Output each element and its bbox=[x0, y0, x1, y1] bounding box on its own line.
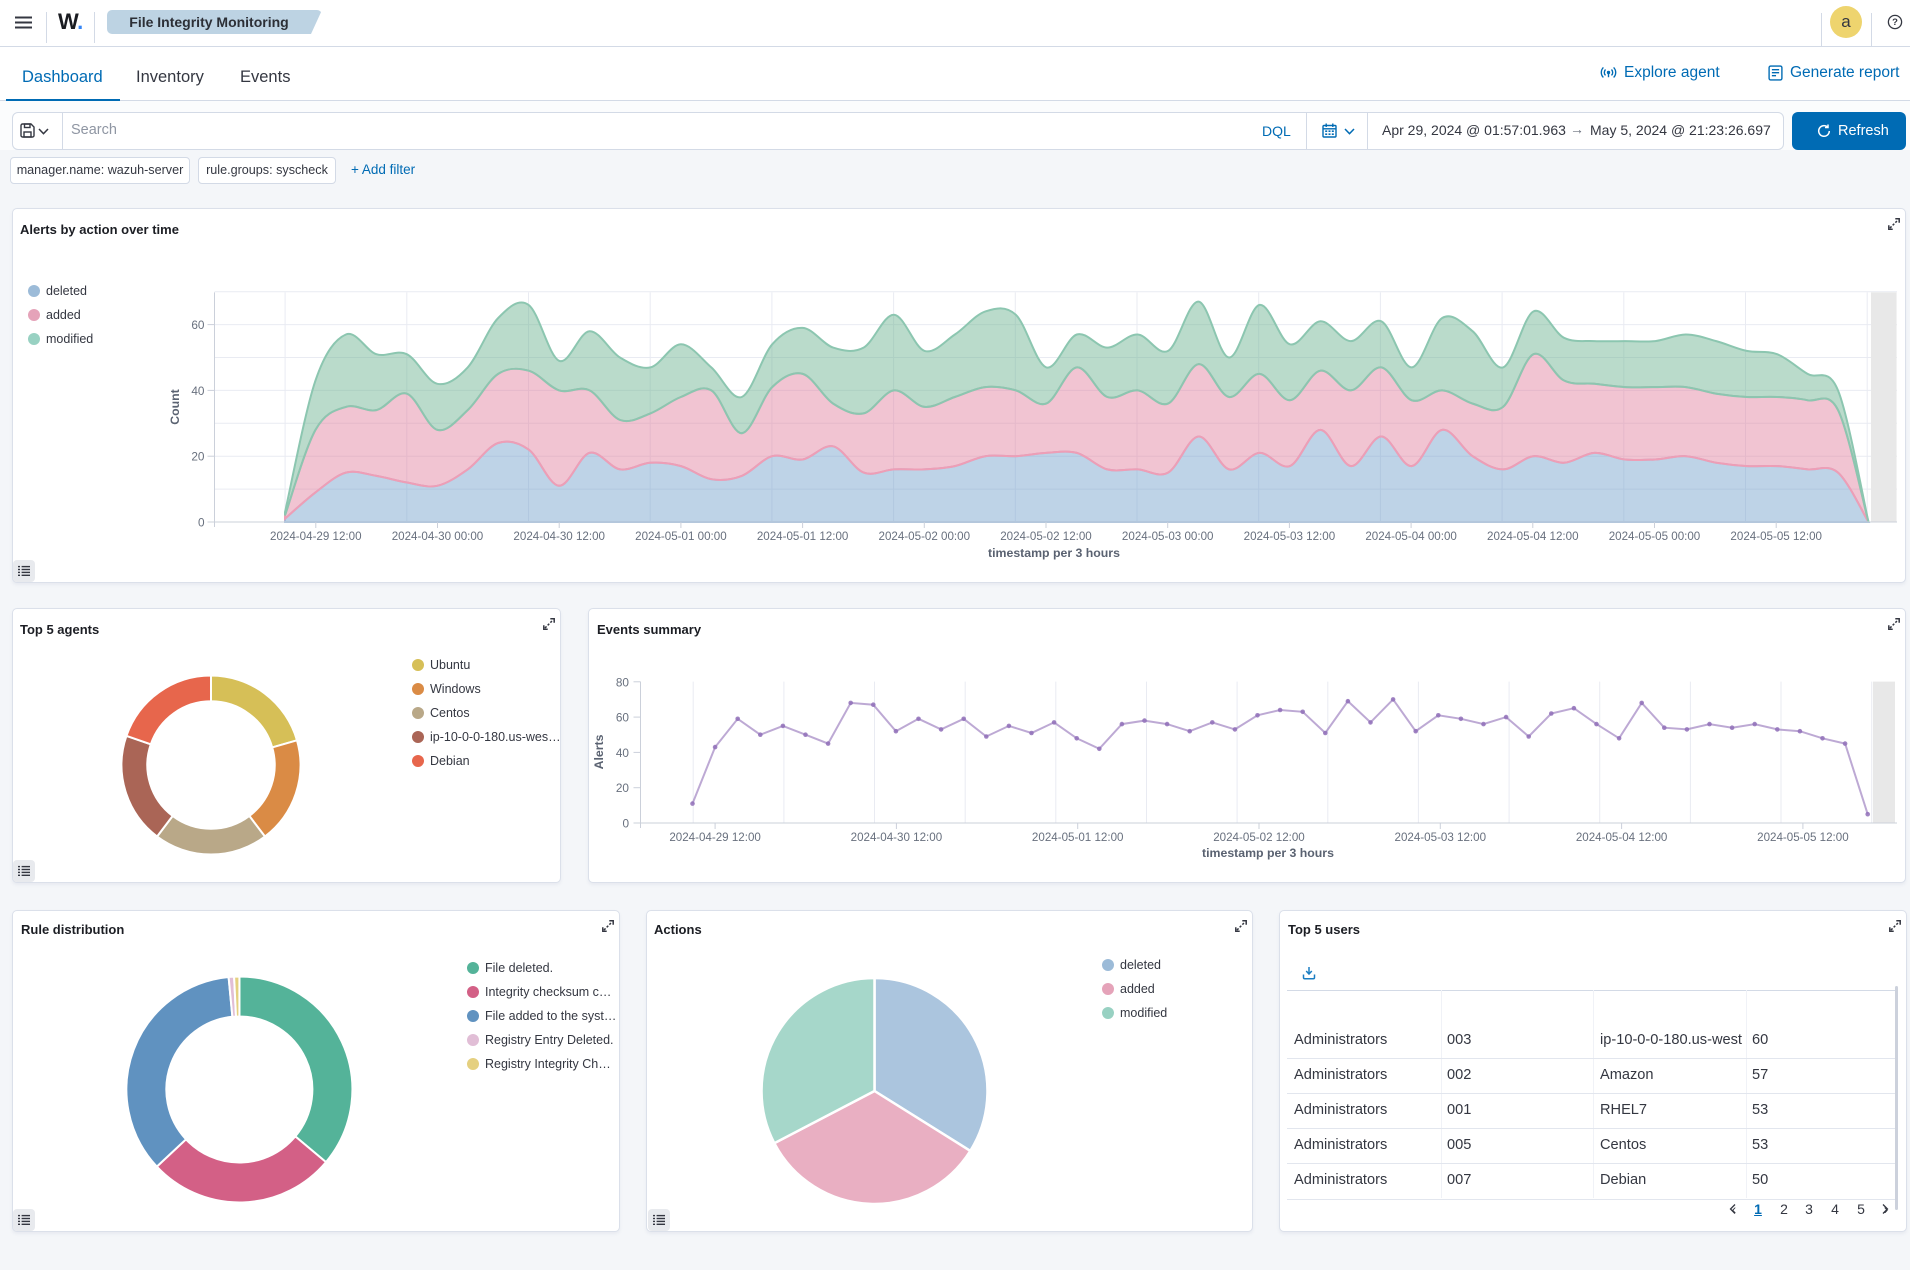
svg-text:2024-05-04 12:00: 2024-05-04 12:00 bbox=[1576, 831, 1668, 844]
svg-text:2024-05-05 12:00: 2024-05-05 12:00 bbox=[1757, 831, 1849, 844]
svg-text:2024-05-03 12:00: 2024-05-03 12:00 bbox=[1395, 831, 1487, 844]
